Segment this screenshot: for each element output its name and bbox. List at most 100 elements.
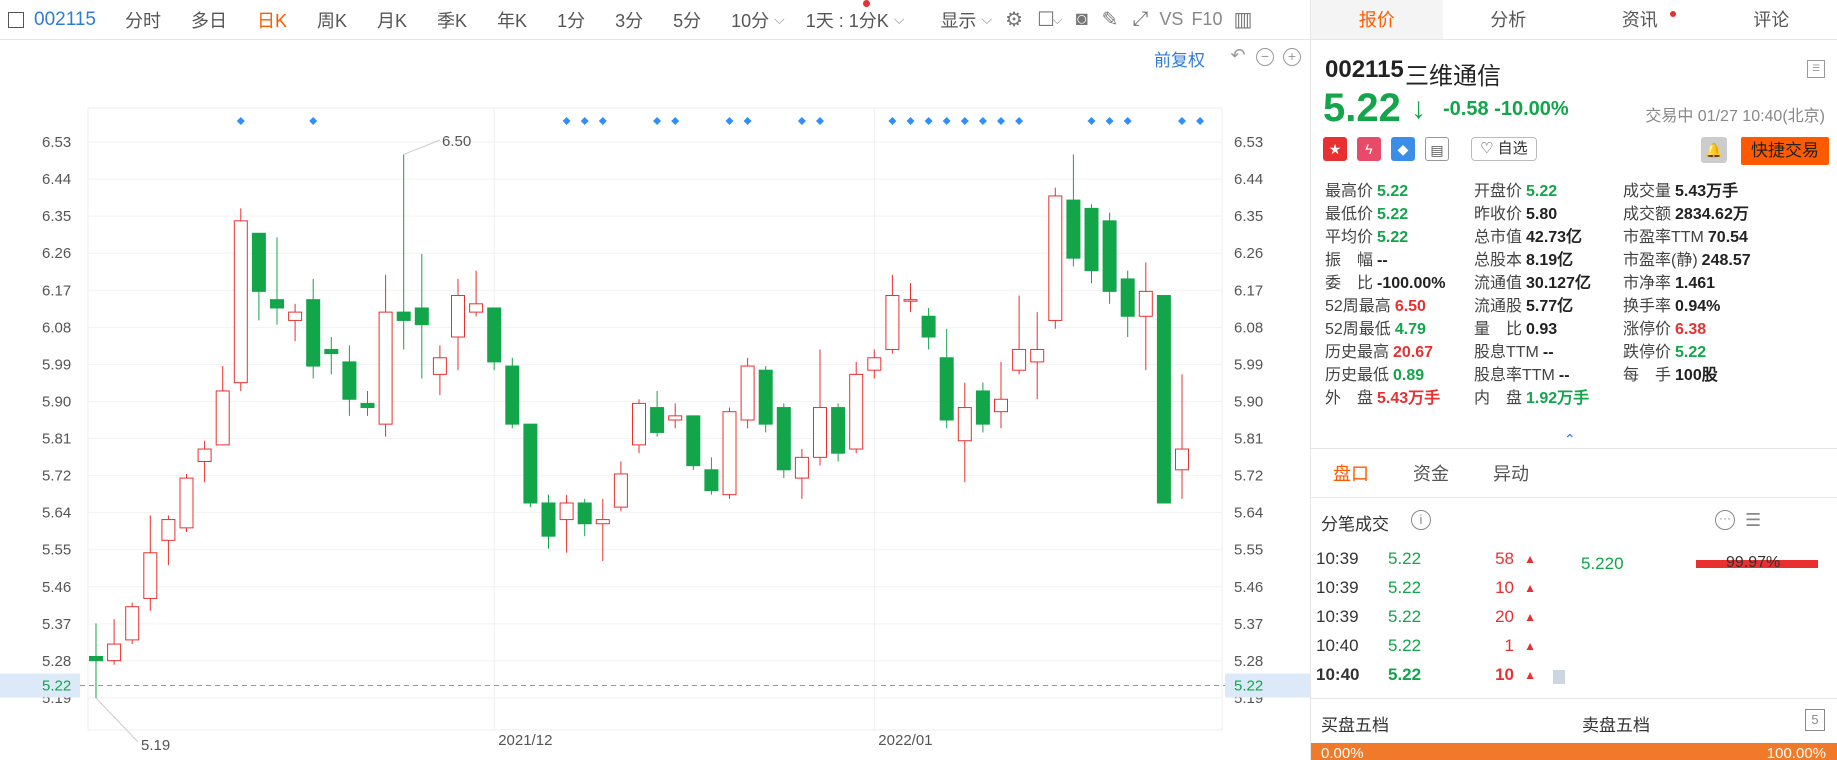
- stat-label: 量 比: [1474, 321, 1523, 338]
- candle-up: [197, 448, 212, 462]
- china-flag-icon[interactable]: ★: [1323, 137, 1347, 161]
- stat-label: 开盘价: [1474, 183, 1523, 200]
- bookmark-icon[interactable]: ▤: [1425, 137, 1449, 161]
- quick-trade-button[interactable]: 快捷交易: [1741, 137, 1829, 165]
- buy-arrow-icon: ▲: [1524, 668, 1536, 682]
- f10-button[interactable]: F10: [1191, 9, 1222, 30]
- buy-arrow-icon: ▲: [1524, 610, 1536, 624]
- trade-volume: 10: [1495, 578, 1514, 597]
- period-more-chevron-icon[interactable]: ⌵: [774, 11, 785, 28]
- candle-down: [396, 311, 411, 321]
- candle-down: [505, 365, 520, 425]
- y-tick-right: 6.08: [1234, 319, 1263, 336]
- period-select-chevron-icon[interactable]: ⌵: [894, 11, 905, 28]
- tab-quote[interactable]: 报价: [1311, 0, 1443, 39]
- period-tab-5min[interactable]: 5分: [673, 7, 701, 33]
- square-chevron-icon[interactable]: ⌵: [1052, 11, 1063, 28]
- event-marker: [1015, 117, 1024, 125]
- candle-down: [758, 369, 773, 425]
- buy-arrow-icon: ▲: [1524, 581, 1536, 595]
- orderbook-subtabs: 盘口 资金 异动: [1311, 448, 1837, 498]
- period-tab-duori[interactable]: 多日: [191, 7, 227, 33]
- stock-name: 三维通信: [1405, 63, 1501, 90]
- period-tab-quarter-k[interactable]: 季K: [437, 7, 467, 33]
- period-select[interactable]: 1天 : 1分K: [806, 7, 889, 33]
- period-tab-month-k[interactable]: 月K: [377, 7, 407, 33]
- down-arrow-icon: ↓: [1411, 92, 1426, 125]
- more-icon[interactable]: ···: [1715, 510, 1735, 530]
- event-marker: [562, 117, 571, 125]
- settings-gear-icon[interactable]: ⚙: [1005, 7, 1023, 32]
- stat-value: 1.92万手: [1526, 390, 1590, 407]
- tab-comments[interactable]: 评论: [1706, 0, 1837, 39]
- period-tab-week-k[interactable]: 周K: [317, 7, 347, 33]
- event-marker: [598, 117, 607, 125]
- period-tab-3min[interactable]: 3分: [615, 7, 643, 33]
- change-percent: -10.00%: [1494, 98, 1569, 120]
- stat-label: 股息率TTM: [1474, 367, 1555, 384]
- add-watchlist-button[interactable]: ♡ 自选: [1471, 137, 1537, 161]
- candle-down: [523, 423, 538, 504]
- candle-down: [704, 469, 719, 492]
- period-tab-day-k[interactable]: 日K: [257, 7, 287, 33]
- stat-value: 2834.62万: [1675, 206, 1749, 223]
- panel-toggle-icon[interactable]: ▥: [1233, 7, 1252, 32]
- note-icon[interactable]: ☰: [1807, 60, 1825, 78]
- candle-up: [613, 473, 628, 508]
- period-tab-fenshi[interactable]: 分时: [125, 7, 161, 33]
- subtab-funds[interactable]: 资金: [1413, 460, 1449, 486]
- trade-time: 10:39: [1316, 607, 1359, 626]
- expand-stats-caret-icon[interactable]: ⌃: [1564, 431, 1576, 448]
- display-menu[interactable]: 显示: [940, 7, 976, 33]
- zoom-in-icon[interactable]: +: [1283, 48, 1301, 66]
- fullscreen-icon[interactable]: ⤢: [1132, 8, 1148, 31]
- tab-news[interactable]: 资讯: [1574, 0, 1706, 39]
- stat-value: 5.77亿: [1526, 298, 1574, 315]
- stat-value: 5.22: [1526, 183, 1558, 200]
- candle-up: [867, 357, 882, 371]
- undo-icon[interactable]: ↶: [1229, 46, 1247, 66]
- kline-chart[interactable]: 6.53 6.53 6.44 6.44 6.35 6.35 6.26 6.26 6.17 6.17…: [0, 40, 1310, 760]
- stock-code-link[interactable]: 002115: [34, 9, 96, 31]
- y-tick-left: 6.26: [42, 245, 71, 262]
- five-level-orderbook: 买盘五档 卖盘五档 5 0.00% 100.00%: [1311, 698, 1837, 760]
- orderbook-toggle-icon[interactable]: 5: [1805, 709, 1825, 731]
- candle-down: [831, 407, 846, 454]
- stat-label: 内 盘: [1474, 390, 1523, 407]
- candle-down: [89, 656, 103, 662]
- subtab-anomaly[interactable]: 异动: [1493, 460, 1529, 486]
- period-tab-10min[interactable]: 10分: [731, 7, 769, 33]
- candle-up: [143, 552, 158, 599]
- list-icon[interactable]: ☰: [1745, 510, 1761, 531]
- vs-compare-button[interactable]: VS: [1159, 9, 1183, 30]
- y-tick-right: 6.53: [1234, 134, 1263, 151]
- sidebar-toggle-icon[interactable]: [8, 11, 24, 28]
- camera-icon[interactable]: ◙: [1076, 8, 1088, 31]
- tag-icon[interactable]: ◆: [1391, 137, 1415, 161]
- candle-down: [306, 299, 321, 367]
- pencil-icon[interactable]: ✎: [1102, 7, 1119, 32]
- stat-label: 昨收价: [1474, 206, 1523, 223]
- buy-ratio: 0.00%: [1321, 745, 1364, 760]
- subtab-pankou[interactable]: 盘口: [1333, 460, 1369, 486]
- kline-chart-area[interactable]: 6.53 6.53 6.44 6.44 6.35 6.35 6.26 6.26 6.17 6.17…: [0, 40, 1310, 760]
- candle-up: [161, 519, 176, 541]
- fuquan-select[interactable]: 前复权: [1154, 46, 1205, 71]
- tab-analysis[interactable]: 分析: [1443, 0, 1575, 39]
- alert-bell-icon[interactable]: 🔔: [1701, 137, 1727, 163]
- stat-value: 5.22: [1377, 183, 1409, 200]
- event-marker: [1123, 117, 1132, 125]
- lightning-icon[interactable]: ϟ: [1357, 137, 1381, 161]
- stat-label: 委 比: [1325, 275, 1374, 292]
- price-change: -0.58 -10.00%: [1443, 98, 1569, 121]
- candle-up: [813, 407, 827, 458]
- period-tab-1min[interactable]: 1分: [557, 7, 585, 33]
- display-chevron-icon[interactable]: ⌵: [981, 11, 992, 28]
- zoom-out-icon[interactable]: −: [1256, 48, 1274, 66]
- stat-label: 成交量: [1623, 183, 1672, 200]
- candle-down: [487, 307, 502, 363]
- stat-label: 平均价: [1325, 229, 1374, 246]
- watchlist-label: 自选: [1497, 140, 1528, 157]
- info-icon[interactable]: i: [1411, 510, 1431, 530]
- period-tab-year-k[interactable]: 年K: [497, 7, 527, 33]
